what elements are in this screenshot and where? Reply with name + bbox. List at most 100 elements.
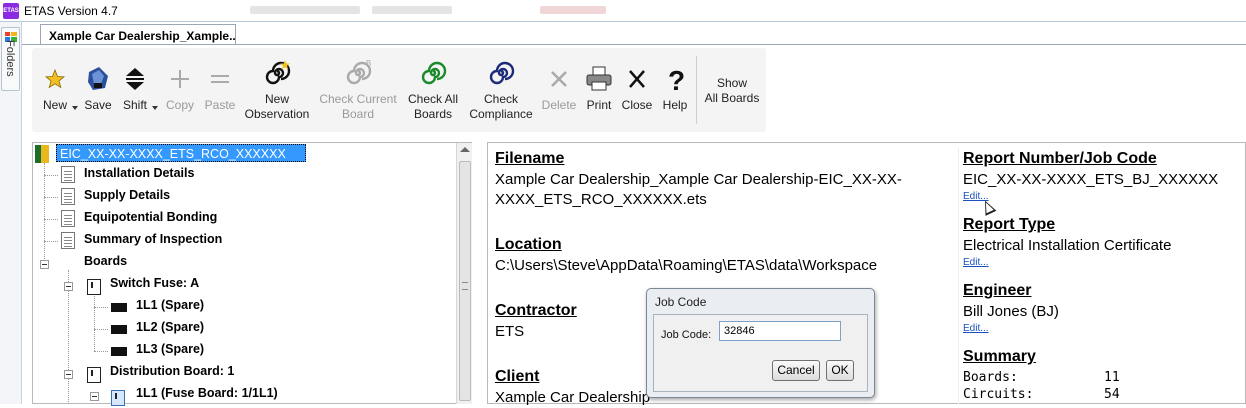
tree-connector bbox=[94, 329, 108, 330]
dialog-title: Job Code bbox=[655, 295, 707, 309]
job-code-label: Job Code: bbox=[661, 329, 712, 341]
new-label: New bbox=[42, 98, 67, 112]
job-code-dialog: Job Code Job Code: Cancel OK bbox=[646, 288, 875, 398]
tree-root-node[interactable]: EIC_XX-XX-XXXX_ETS_RCO_XXXXXX bbox=[56, 144, 306, 162]
collapse-toggle-icon[interactable] bbox=[64, 282, 73, 291]
filename-line-2: XXXX_ETS_RCO_XXXXXX.ets bbox=[495, 191, 707, 208]
check-compliance-label-2: Compliance bbox=[469, 107, 533, 121]
close-label: Close bbox=[621, 98, 653, 112]
tree-connector bbox=[94, 351, 108, 352]
folders-label: Folders bbox=[4, 40, 16, 77]
delete-x-icon bbox=[544, 64, 574, 94]
report-number-heading: Report Number/Job Code bbox=[963, 150, 1157, 167]
close-button[interactable]: Close bbox=[620, 64, 654, 113]
new-star-icon bbox=[40, 64, 70, 94]
tree-item-supply-details[interactable]: Supply Details bbox=[84, 188, 170, 202]
document-icon bbox=[61, 166, 75, 183]
save-button[interactable]: Save bbox=[82, 64, 114, 113]
tab-strip-line bbox=[22, 44, 1246, 45]
document-icon bbox=[61, 188, 75, 205]
new-observation-label-2: Observation bbox=[244, 107, 310, 121]
check-all-boards-label-1: Check All bbox=[407, 92, 459, 106]
check-all-boards-label-2: Boards bbox=[413, 107, 453, 121]
summary-circuits-value: 54 bbox=[1104, 387, 1120, 402]
circuit-block-icon bbox=[111, 347, 127, 356]
help-label: Help bbox=[662, 98, 688, 112]
show-all-boards-label-1: Show bbox=[716, 76, 748, 90]
save-icon bbox=[83, 64, 113, 94]
tree-item-switch-fuse-a[interactable]: Switch Fuse: A bbox=[110, 276, 199, 290]
tree-item-installation-details[interactable]: Installation Details bbox=[84, 166, 194, 180]
scroll-thumb[interactable] bbox=[459, 161, 471, 401]
title-bar: ETAS ETAS Version 4.7 bbox=[0, 0, 1246, 22]
tree-connector bbox=[94, 293, 95, 351]
collapse-toggle-icon[interactable] bbox=[40, 260, 49, 269]
check-current-board-label-1: Check Current bbox=[319, 92, 397, 106]
report-type-heading: Report Type bbox=[963, 216, 1056, 233]
circuit-block-icon bbox=[111, 325, 127, 334]
client-value: Xample Car Dealership bbox=[495, 389, 651, 406]
ghost-text-bar bbox=[540, 6, 606, 14]
report-type-edit-link[interactable]: Edit... bbox=[963, 257, 989, 268]
summary-boards-value: 11 bbox=[1104, 370, 1120, 385]
cancel-button[interactable]: Cancel bbox=[772, 360, 820, 381]
scroll-grip-icon bbox=[462, 282, 468, 290]
new-observation-label-1: New bbox=[264, 92, 289, 106]
tree-scrollbar[interactable] bbox=[456, 143, 472, 404]
engineer-edit-link[interactable]: Edit... bbox=[963, 323, 989, 334]
filename-line-1: Xample Car Dealership_Xample Car Dealers… bbox=[495, 171, 902, 188]
delete-button[interactable]: Delete bbox=[540, 64, 578, 113]
copy-button[interactable]: Copy bbox=[164, 64, 196, 113]
collapse-toggle-icon[interactable] bbox=[64, 370, 73, 379]
tab-document[interactable]: Xample Car Dealership_Xample... bbox=[40, 24, 236, 45]
check-compliance-button[interactable]: Check Compliance bbox=[466, 58, 536, 122]
ok-button[interactable]: OK bbox=[826, 360, 854, 381]
switch-fuse-icon bbox=[87, 279, 101, 295]
shift-button[interactable]: Shift bbox=[120, 64, 158, 113]
check-current-board-button[interactable]: B Check Current Board bbox=[318, 58, 398, 122]
green-spiral-icon bbox=[418, 58, 448, 88]
new-observation-button[interactable]: New Observation bbox=[240, 58, 314, 122]
tree-pane bbox=[32, 142, 472, 404]
paste-label: Paste bbox=[204, 98, 236, 112]
tree-item-summary-of-inspection[interactable]: Summary of Inspection bbox=[84, 232, 222, 246]
help-button[interactable]: ? Help bbox=[658, 64, 692, 113]
tree-item-distribution-board-1[interactable]: Distribution Board: 1 bbox=[110, 364, 234, 378]
tree-item-circuit[interactable]: 1L3 (Spare) bbox=[136, 342, 204, 356]
filename-heading: Filename bbox=[495, 150, 565, 167]
summary-circuits-label: Circuits: bbox=[963, 387, 1034, 402]
svg-text:B: B bbox=[366, 59, 371, 68]
new-button[interactable]: New bbox=[38, 64, 78, 113]
report-type-value: Electrical Installation Certificate bbox=[963, 237, 1172, 254]
show-all-boards-label-2: All Boards bbox=[704, 91, 760, 105]
etas-app-icon: ETAS bbox=[3, 3, 19, 19]
certificate-icon bbox=[35, 145, 49, 163]
tree-connector bbox=[44, 175, 58, 176]
ghost-text-bar bbox=[250, 6, 360, 14]
tree-item-circuit[interactable]: 1L1 (Spare) bbox=[136, 298, 204, 312]
scroll-up-arrow-icon[interactable] bbox=[460, 147, 470, 152]
delete-label: Delete bbox=[541, 98, 577, 112]
location-value: C:\Users\Steve\AppData\Roaming\ETAS\data… bbox=[495, 257, 878, 274]
plus-icon bbox=[165, 64, 195, 94]
job-code-input[interactable] bbox=[719, 321, 841, 341]
summary-boards-label: Boards: bbox=[963, 370, 1018, 385]
collapse-toggle-icon[interactable] bbox=[90, 392, 99, 401]
tree-item-boards[interactable]: Boards bbox=[84, 254, 127, 268]
show-all-boards-button[interactable]: Show All Boards bbox=[700, 76, 764, 106]
toolbar: New Save Shift Copy Paste New Observatio… bbox=[32, 48, 766, 132]
save-label: Save bbox=[84, 98, 112, 112]
tree-item-equipotential-bonding[interactable]: Equipotential Bonding bbox=[84, 210, 217, 224]
equals-icon bbox=[205, 64, 235, 94]
printer-icon bbox=[584, 64, 614, 94]
paste-button[interactable]: Paste bbox=[202, 64, 238, 113]
tree-connector bbox=[44, 219, 58, 220]
tree-item-fuse-board[interactable]: 1L1 (Fuse Board: 1/1L1) bbox=[136, 386, 278, 400]
toolbar-separator bbox=[696, 56, 697, 124]
navy-spiral-icon bbox=[486, 58, 516, 88]
document-icon bbox=[61, 232, 75, 249]
tree-item-circuit[interactable]: 1L2 (Spare) bbox=[136, 320, 204, 334]
tree-connector bbox=[94, 307, 108, 308]
check-all-boards-button[interactable]: Check All Boards bbox=[402, 58, 464, 122]
print-button[interactable]: Print bbox=[582, 64, 616, 113]
